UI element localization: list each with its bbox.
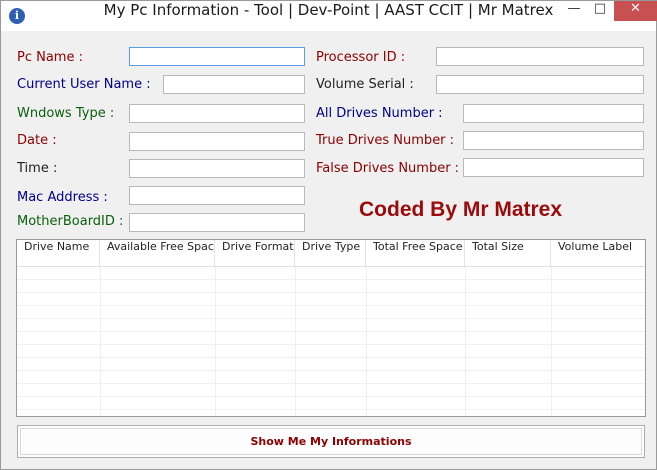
processor-id-field[interactable] xyxy=(436,47,644,66)
false-drives-number-label: False Drives Number : xyxy=(316,161,460,176)
motherboard-id-field[interactable] xyxy=(129,213,305,232)
grid-header: Drive Name Available Free Space Drive Fo… xyxy=(17,240,645,267)
mac-address-field[interactable] xyxy=(129,186,305,205)
app-window: i My Pc Information - Tool | Dev-Point |… xyxy=(0,0,657,470)
show-informations-button[interactable]: Show Me My Informations xyxy=(17,425,645,458)
volume-serial-field[interactable] xyxy=(436,75,644,94)
windows-type-field[interactable] xyxy=(129,104,305,123)
column-header-available-free-space[interactable]: Available Free Space xyxy=(100,240,215,266)
motherboard-id-label: MotherBoardID : xyxy=(17,214,124,229)
drives-grid[interactable]: Drive Name Available Free Space Drive Fo… xyxy=(16,239,646,417)
time-field[interactable] xyxy=(129,159,305,178)
date-field[interactable] xyxy=(129,132,305,151)
current-user-name-field[interactable] xyxy=(163,75,305,94)
column-header-drive-name[interactable]: Drive Name xyxy=(17,240,100,266)
all-drives-number-label: All Drives Number : xyxy=(316,106,443,121)
volume-serial-label: Volume Serial : xyxy=(316,77,414,92)
minimize-button[interactable]: — xyxy=(561,1,587,21)
pc-name-field[interactable] xyxy=(129,47,305,66)
time-label: Time : xyxy=(17,161,58,176)
true-drives-number-field[interactable] xyxy=(463,131,644,150)
column-header-total-size[interactable]: Total Size xyxy=(465,240,551,266)
grid-body xyxy=(17,267,645,416)
processor-id-label: Processor ID : xyxy=(316,50,406,65)
column-header-drive-format[interactable]: Drive Format xyxy=(215,240,295,266)
true-drives-number-label: True Drives Number : xyxy=(316,133,455,148)
credit-label: Coded By Mr Matrex xyxy=(359,198,563,221)
window-title: My Pc Information - Tool | Dev-Point | A… xyxy=(103,1,554,19)
windows-type-label: Wndows Type : xyxy=(17,106,115,121)
close-button[interactable]: ✕ xyxy=(614,1,657,21)
title-bar: i My Pc Information - Tool | Dev-Point |… xyxy=(1,1,657,31)
column-header-total-free-space[interactable]: Total Free Space xyxy=(366,240,465,266)
mac-address-label: Mac Address : xyxy=(17,190,108,205)
all-drives-number-field[interactable] xyxy=(463,104,644,123)
current-user-name-label: Current User Name : xyxy=(17,77,151,92)
column-header-drive-type[interactable]: Drive Type xyxy=(295,240,366,266)
column-header-volume-label[interactable]: Volume Label xyxy=(551,240,645,266)
maximize-button[interactable]: □ xyxy=(587,1,613,21)
date-label: Date : xyxy=(17,133,57,148)
false-drives-number-field[interactable] xyxy=(463,158,644,177)
pc-name-label: Pc Name : xyxy=(17,50,83,65)
